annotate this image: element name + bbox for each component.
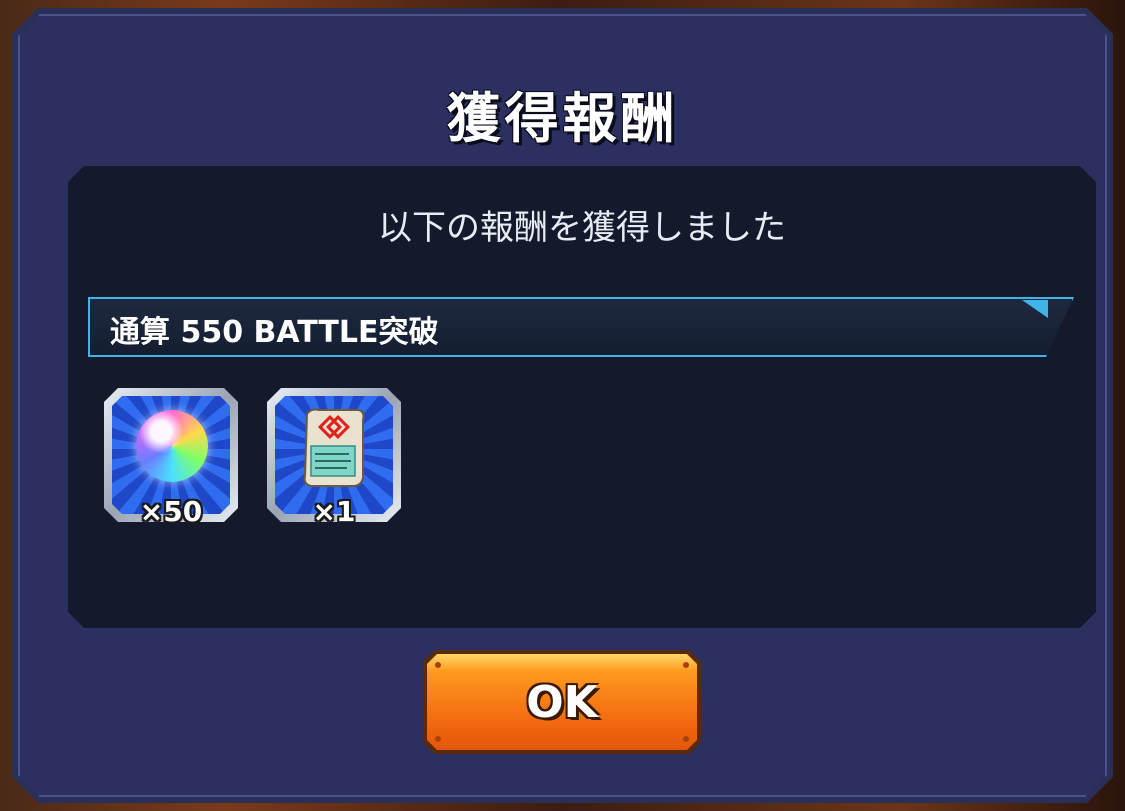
ok-button-label: OK: [526, 676, 598, 728]
mission-bar: 通算 550 BATTLE突破: [88, 297, 1074, 357]
dialog-title: 獲得報酬: [446, 87, 679, 150]
rivet: [435, 662, 441, 668]
rainbow-orb-icon: [136, 410, 208, 482]
reward-panel: 以下の報酬を獲得しました 通算 550 BATTLE突破 ×50 ×1: [68, 166, 1096, 628]
reward-item-orb[interactable]: ×50: [104, 388, 238, 522]
scroll-ticket-icon: [297, 406, 369, 490]
reward-item-scroll[interactable]: ×1: [267, 388, 401, 522]
reward-quantity: ×50: [139, 495, 203, 528]
ok-button-frame: OK: [423, 650, 701, 754]
reward-message: 以下の報酬を獲得しました: [378, 208, 786, 248]
rivet: [683, 662, 689, 668]
mission-label: 通算 550 BATTLE突破: [110, 315, 439, 350]
ok-button[interactable]: OK: [427, 654, 697, 750]
mission-bar-corner: [1022, 300, 1048, 318]
rivet: [683, 736, 689, 742]
reward-quantity: ×1: [312, 495, 356, 528]
rivet: [435, 736, 441, 742]
